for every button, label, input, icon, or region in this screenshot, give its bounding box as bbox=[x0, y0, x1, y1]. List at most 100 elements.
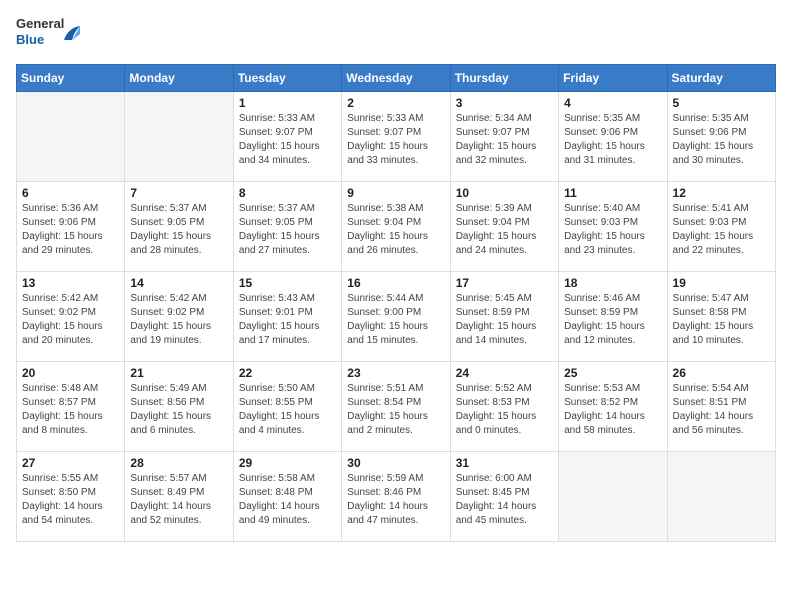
calendar-cell: 23 Sunrise: 5:51 AM Sunset: 8:54 PM Dayli… bbox=[342, 362, 450, 452]
calendar-cell: 22 Sunrise: 5:50 AM Sunset: 8:55 PM Dayli… bbox=[233, 362, 341, 452]
column-header-thursday: Thursday bbox=[450, 65, 558, 92]
day-number: 17 bbox=[456, 276, 553, 290]
day-number: 3 bbox=[456, 96, 553, 110]
calendar-cell: 30Sunrise: 5:59 AM Sunset: 8:46 PM Dayli… bbox=[342, 452, 450, 542]
day-number: 7 bbox=[130, 186, 227, 200]
calendar-cell: 20Sunrise: 5:48 AM Sunset: 8:57 PM Dayli… bbox=[17, 362, 125, 452]
day-number: 23 bbox=[347, 366, 444, 380]
day-number: 31 bbox=[456, 456, 553, 470]
logo: General Blue bbox=[16, 16, 80, 54]
calendar-cell: 29Sunrise: 5:58 AM Sunset: 8:48 PM Dayli… bbox=[233, 452, 341, 542]
calendar-cell bbox=[125, 92, 233, 182]
day-info: Sunrise: 5:43 AM Sunset: 9:01 PM Dayligh… bbox=[239, 292, 336, 348]
calendar-week-4: 20Sunrise: 5:48 AM Sunset: 8:57 PM Dayli… bbox=[17, 362, 776, 452]
column-header-monday: Monday bbox=[125, 65, 233, 92]
day-info: Sunrise: 5:35 AM Sunset: 9:06 PM Dayligh… bbox=[564, 112, 661, 168]
calendar-cell: 5 Sunrise: 5:35 AM Sunset: 9:06 PM Daylig… bbox=[667, 92, 775, 182]
calendar-cell bbox=[559, 452, 667, 542]
calendar-cell: 25 Sunrise: 5:53 AM Sunset: 8:52 PM Dayli… bbox=[559, 362, 667, 452]
day-number: 13 bbox=[22, 276, 119, 290]
calendar-cell: 8Sunrise: 5:37 AM Sunset: 9:05 PM Daylig… bbox=[233, 182, 341, 272]
day-number: 11 bbox=[564, 186, 661, 200]
calendar-cell: 19 Sunrise: 5:47 AM Sunset: 8:58 PM Dayli… bbox=[667, 272, 775, 362]
calendar-cell: 24Sunrise: 5:52 AM Sunset: 8:53 PM Dayli… bbox=[450, 362, 558, 452]
day-info: Sunrise: 5:38 AM Sunset: 9:04 PM Dayligh… bbox=[347, 202, 444, 258]
day-number: 25 bbox=[564, 366, 661, 380]
day-info: Sunrise: 5:33 AM Sunset: 9:07 PM Dayligh… bbox=[239, 112, 336, 168]
day-info: Sunrise: 5:49 AM Sunset: 8:56 PM Dayligh… bbox=[130, 382, 227, 438]
calendar-week-5: 27 Sunrise: 5:55 AM Sunset: 8:50 PM Dayli… bbox=[17, 452, 776, 542]
calendar-cell: 14 Sunrise: 5:42 AM Sunset: 9:02 PM Dayli… bbox=[125, 272, 233, 362]
day-info: Sunrise: 5:40 AM Sunset: 9:03 PM Dayligh… bbox=[564, 202, 661, 258]
calendar-cell: 1Sunrise: 5:33 AM Sunset: 9:07 PM Daylig… bbox=[233, 92, 341, 182]
calendar-cell bbox=[17, 92, 125, 182]
calendar-cell: 28 Sunrise: 5:57 AM Sunset: 8:49 PM Dayli… bbox=[125, 452, 233, 542]
day-number: 18 bbox=[564, 276, 661, 290]
calendar-header: SundayMondayTuesdayWednesdayThursdayFrid… bbox=[17, 65, 776, 92]
calendar-week-2: 6 Sunrise: 5:36 AM Sunset: 9:06 PM Daylig… bbox=[17, 182, 776, 272]
day-number: 14 bbox=[130, 276, 227, 290]
calendar-week-3: 13 Sunrise: 5:42 AM Sunset: 9:02 PM Dayli… bbox=[17, 272, 776, 362]
day-info: Sunrise: 5:36 AM Sunset: 9:06 PM Dayligh… bbox=[22, 202, 119, 258]
calendar-cell: 6 Sunrise: 5:36 AM Sunset: 9:06 PM Daylig… bbox=[17, 182, 125, 272]
day-info: Sunrise: 5:44 AM Sunset: 9:00 PM Dayligh… bbox=[347, 292, 444, 348]
day-info: Sunrise: 5:47 AM Sunset: 8:58 PM Dayligh… bbox=[673, 292, 770, 348]
calendar-body: 1Sunrise: 5:33 AM Sunset: 9:07 PM Daylig… bbox=[17, 92, 776, 542]
day-number: 16 bbox=[347, 276, 444, 290]
calendar-cell: 3 Sunrise: 5:34 AM Sunset: 9:07 PM Daylig… bbox=[450, 92, 558, 182]
day-info: Sunrise: 5:34 AM Sunset: 9:07 PM Dayligh… bbox=[456, 112, 553, 168]
day-info: Sunrise: 5:37 AM Sunset: 9:05 PM Dayligh… bbox=[130, 202, 227, 258]
day-info: Sunrise: 5:55 AM Sunset: 8:50 PM Dayligh… bbox=[22, 472, 119, 528]
calendar-cell bbox=[667, 452, 775, 542]
day-info: Sunrise: 5:46 AM Sunset: 8:59 PM Dayligh… bbox=[564, 292, 661, 348]
day-info: Sunrise: 5:53 AM Sunset: 8:52 PM Dayligh… bbox=[564, 382, 661, 438]
calendar-cell: 2 Sunrise: 5:33 AM Sunset: 9:07 PM Daylig… bbox=[342, 92, 450, 182]
day-info: Sunrise: 5:39 AM Sunset: 9:04 PM Dayligh… bbox=[456, 202, 553, 258]
day-info: Sunrise: 5:45 AM Sunset: 8:59 PM Dayligh… bbox=[456, 292, 553, 348]
calendar-cell: 13 Sunrise: 5:42 AM Sunset: 9:02 PM Dayli… bbox=[17, 272, 125, 362]
logo-bird-icon bbox=[62, 26, 80, 44]
page-header: General Blue bbox=[16, 16, 776, 54]
day-number: 21 bbox=[130, 366, 227, 380]
day-info: Sunrise: 5:57 AM Sunset: 8:49 PM Dayligh… bbox=[130, 472, 227, 528]
column-header-wednesday: Wednesday bbox=[342, 65, 450, 92]
calendar-cell: 12 Sunrise: 5:41 AM Sunset: 9:03 PM Dayli… bbox=[667, 182, 775, 272]
day-number: 10 bbox=[456, 186, 553, 200]
day-info: Sunrise: 5:59 AM Sunset: 8:46 PM Dayligh… bbox=[347, 472, 444, 528]
day-info: Sunrise: 5:41 AM Sunset: 9:03 PM Dayligh… bbox=[673, 202, 770, 258]
day-number: 19 bbox=[673, 276, 770, 290]
day-info: Sunrise: 6:00 AM Sunset: 8:45 PM Dayligh… bbox=[456, 472, 553, 528]
calendar-cell: 9 Sunrise: 5:38 AM Sunset: 9:04 PM Daylig… bbox=[342, 182, 450, 272]
day-number: 12 bbox=[673, 186, 770, 200]
day-info: Sunrise: 5:58 AM Sunset: 8:48 PM Dayligh… bbox=[239, 472, 336, 528]
day-number: 22 bbox=[239, 366, 336, 380]
calendar-cell: 4Sunrise: 5:35 AM Sunset: 9:06 PM Daylig… bbox=[559, 92, 667, 182]
calendar-cell: 10 Sunrise: 5:39 AM Sunset: 9:04 PM Dayli… bbox=[450, 182, 558, 272]
column-header-sunday: Sunday bbox=[17, 65, 125, 92]
calendar-cell: 21 Sunrise: 5:49 AM Sunset: 8:56 PM Dayli… bbox=[125, 362, 233, 452]
day-info: Sunrise: 5:33 AM Sunset: 9:07 PM Dayligh… bbox=[347, 112, 444, 168]
day-number: 6 bbox=[22, 186, 119, 200]
day-info: Sunrise: 5:42 AM Sunset: 9:02 PM Dayligh… bbox=[22, 292, 119, 348]
day-number: 24 bbox=[456, 366, 553, 380]
day-info: Sunrise: 5:50 AM Sunset: 8:55 PM Dayligh… bbox=[239, 382, 336, 438]
calendar-cell: 18 Sunrise: 5:46 AM Sunset: 8:59 PM Dayli… bbox=[559, 272, 667, 362]
calendar-table: SundayMondayTuesdayWednesdayThursdayFrid… bbox=[16, 64, 776, 542]
day-info: Sunrise: 5:35 AM Sunset: 9:06 PM Dayligh… bbox=[673, 112, 770, 168]
day-info: Sunrise: 5:51 AM Sunset: 8:54 PM Dayligh… bbox=[347, 382, 444, 438]
calendar-cell: 26Sunrise: 5:54 AM Sunset: 8:51 PM Dayli… bbox=[667, 362, 775, 452]
calendar-cell: 31 Sunrise: 6:00 AM Sunset: 8:45 PM Dayli… bbox=[450, 452, 558, 542]
column-header-saturday: Saturday bbox=[667, 65, 775, 92]
day-number: 8 bbox=[239, 186, 336, 200]
day-number: 28 bbox=[130, 456, 227, 470]
calendar-cell: 11 Sunrise: 5:40 AM Sunset: 9:03 PM Dayli… bbox=[559, 182, 667, 272]
calendar-week-1: 1Sunrise: 5:33 AM Sunset: 9:07 PM Daylig… bbox=[17, 92, 776, 182]
calendar-cell: 15Sunrise: 5:43 AM Sunset: 9:01 PM Dayli… bbox=[233, 272, 341, 362]
day-number: 26 bbox=[673, 366, 770, 380]
day-info: Sunrise: 5:42 AM Sunset: 9:02 PM Dayligh… bbox=[130, 292, 227, 348]
day-number: 20 bbox=[22, 366, 119, 380]
day-number: 5 bbox=[673, 96, 770, 110]
day-number: 9 bbox=[347, 186, 444, 200]
day-number: 2 bbox=[347, 96, 444, 110]
day-number: 27 bbox=[22, 456, 119, 470]
